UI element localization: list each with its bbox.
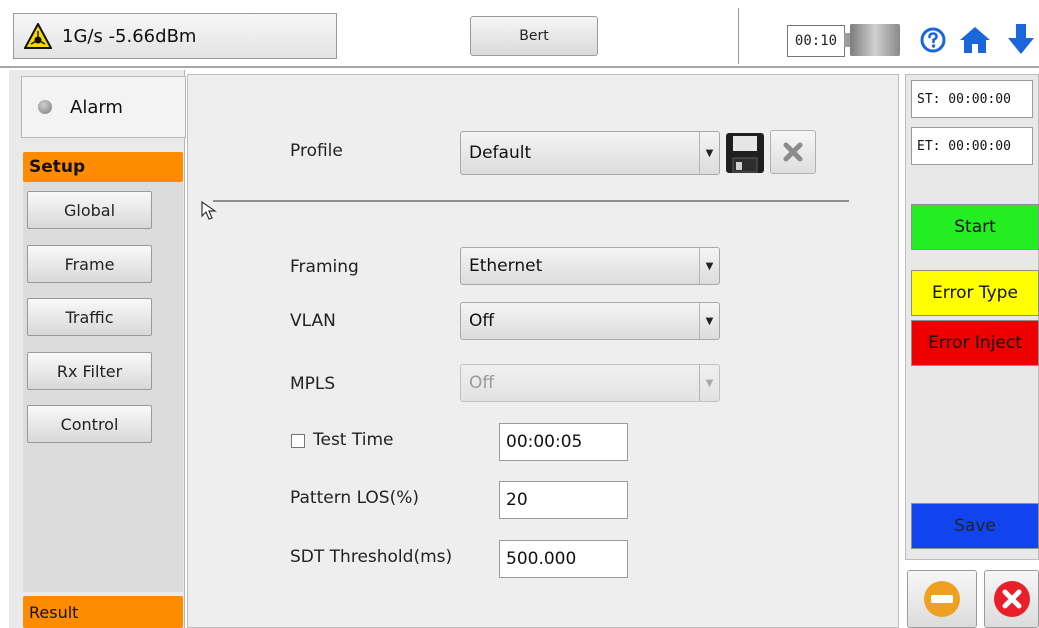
signal-status[interactable]: 1G/s -5.66dBm — [13, 13, 337, 59]
sidebar-item-rx-filter[interactable]: Rx Filter — [27, 352, 152, 390]
delete-x-icon — [783, 142, 803, 162]
section-divider — [213, 200, 849, 202]
profile-dropdown[interactable]: Default ▼ — [460, 131, 720, 175]
mpls-label: MPLS — [290, 374, 336, 394]
timer-display: 00:10 — [787, 25, 845, 57]
mpls-value: Off — [469, 373, 495, 393]
sidebar-item-global[interactable]: Global — [27, 191, 152, 229]
minus-circle-icon — [924, 581, 960, 617]
pattern-los-input[interactable]: 20 — [499, 481, 628, 519]
sdt-threshold-label: SDT Threshold(ms) — [290, 547, 453, 567]
left-sidebar: Alarm Setup Result — [9, 70, 186, 628]
home-icon[interactable] — [958, 25, 992, 55]
sidebar-item-control[interactable]: Control — [27, 405, 152, 443]
chevron-down-icon: ▼ — [699, 303, 719, 339]
error-type-button[interactable]: Error Type — [911, 270, 1039, 316]
sidebar-item-frame[interactable]: Frame — [27, 245, 152, 283]
delete-profile-button[interactable] — [770, 130, 816, 174]
error-inject-button[interactable]: Error Inject — [911, 320, 1039, 366]
close-button[interactable] — [984, 570, 1039, 628]
alarm-label: Alarm — [70, 96, 123, 118]
chevron-down-icon: ▼ — [699, 365, 719, 401]
minimize-button[interactable] — [907, 570, 977, 628]
sdt-threshold-input[interactable]: 500.000 — [499, 540, 628, 578]
test-time-input[interactable]: 00:00:05 — [499, 423, 628, 461]
end-time-display: ET: 00:00:00 — [911, 127, 1033, 165]
save-profile-icon[interactable] — [724, 131, 766, 175]
mouse-pointer-icon — [201, 200, 217, 220]
bert-mode-button[interactable]: Bert — [470, 16, 598, 56]
close-circle-icon — [993, 581, 1030, 617]
chevron-down-icon: ▼ — [699, 132, 719, 174]
pattern-los-label: Pattern LOS(%) — [290, 488, 420, 508]
sidebar-item-traffic[interactable]: Traffic — [27, 298, 152, 336]
mpls-dropdown: Off ▼ — [460, 364, 720, 402]
laser-warning-icon — [24, 23, 52, 49]
signal-status-text: 1G/s -5.66dBm — [62, 25, 197, 47]
test-time-label: Test Time — [313, 430, 394, 450]
start-button[interactable]: Start — [911, 204, 1039, 250]
framing-value: Ethernet — [469, 256, 543, 276]
battery-icon — [844, 24, 900, 56]
vlan-value: Off — [469, 311, 495, 331]
save-button[interactable]: Save — [911, 503, 1039, 549]
setup-section-header[interactable]: Setup — [23, 152, 183, 182]
alarm-led-icon — [38, 100, 52, 114]
start-time-display: ST: 00:00:00 — [911, 80, 1033, 118]
framing-dropdown[interactable]: Ethernet ▼ — [460, 247, 720, 285]
result-section-header[interactable]: Result — [23, 596, 183, 628]
profile-label: Profile — [290, 141, 343, 161]
test-time-checkbox[interactable] — [291, 434, 305, 448]
vlan-label: VLAN — [290, 311, 336, 331]
top-bar: 1G/s -5.66dBm Bert 00:10 — [0, 0, 1039, 68]
alarm-button[interactable]: Alarm — [21, 76, 186, 138]
framing-label: Framing — [290, 257, 359, 277]
help-icon[interactable] — [920, 27, 946, 53]
chevron-down-icon: ▼ — [699, 248, 719, 284]
toolbar-divider — [738, 8, 739, 64]
profile-value: Default — [469, 143, 532, 163]
vlan-dropdown[interactable]: Off ▼ — [460, 302, 720, 340]
down-arrow-icon[interactable] — [1006, 22, 1036, 56]
